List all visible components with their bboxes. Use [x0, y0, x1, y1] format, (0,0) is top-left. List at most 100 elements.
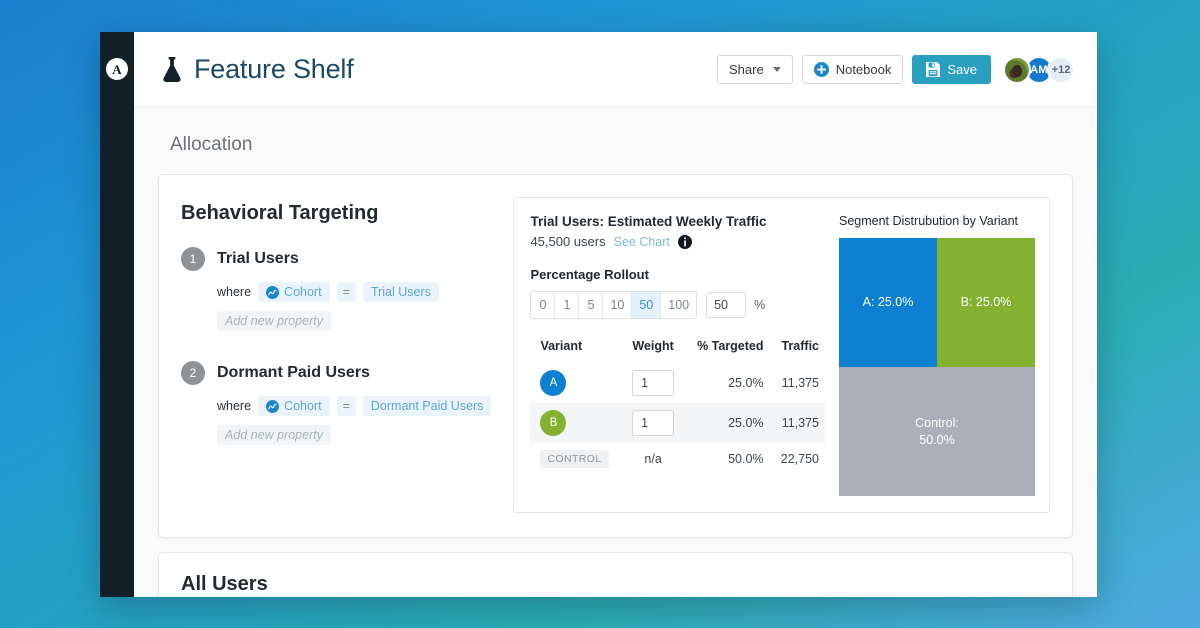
- sidebar-rail: A: [100, 32, 134, 597]
- rule-number: 2: [181, 361, 205, 385]
- weight-input-b[interactable]: [632, 410, 675, 436]
- avatar-group: AM +12: [1003, 55, 1075, 84]
- page-title: Feature Shelf: [194, 54, 354, 84]
- column-header-traffic: Traffic: [781, 339, 819, 353]
- cohort-property-label: Cohort: [284, 399, 322, 413]
- table-header-row: Variant Weight % Targeted Traffic: [530, 339, 825, 363]
- brand: Feature Shelf: [160, 54, 354, 85]
- operator-pill: =: [336, 282, 356, 302]
- table-row: CONTROL n/a 50.0% 22,750: [530, 443, 825, 475]
- column-header-variant: Variant: [540, 339, 583, 353]
- rule-name: Trial Users: [217, 250, 299, 267]
- cell-variant: CONTROL: [530, 443, 623, 475]
- save-button[interactable]: Save: [912, 55, 991, 84]
- allocation-card: Behavioral Targeting 1 Trial Users where: [158, 174, 1073, 538]
- share-label: Share: [729, 62, 764, 77]
- cell-traffic: 22,750: [780, 452, 819, 466]
- treemap-control-label: Control:: [915, 415, 959, 430]
- cohort-value-pill[interactable]: Trial Users: [362, 282, 439, 302]
- variant-badge-a: A: [540, 370, 567, 396]
- app-header: Feature Shelf Share Notebook Save AM +12: [134, 32, 1097, 108]
- variant-table: Variant Weight % Targeted Traffic A 1 25…: [530, 339, 825, 475]
- cell-traffic: 11,375: [781, 376, 819, 390]
- add-new-property-button[interactable]: Add new property: [217, 311, 331, 331]
- treemap: A: 25.0% B: 25.0% Control: 50.0%: [839, 238, 1035, 496]
- column-header-weight: Weight: [632, 339, 674, 353]
- treemap-segment-control: Control: 50.0%: [839, 367, 1035, 496]
- where-keyword: where: [217, 399, 252, 413]
- app-logo-icon[interactable]: A: [106, 58, 128, 80]
- rollout-option-100[interactable]: 100: [661, 292, 697, 318]
- rule-header: 2 Dormant Paid Users: [181, 361, 491, 385]
- rollout-controls: 0 1 5 10 50 100 %: [530, 291, 825, 319]
- weight-input-a[interactable]: [632, 370, 675, 396]
- avatar[interactable]: [1003, 55, 1031, 84]
- rollout-option-50[interactable]: 50: [632, 292, 662, 318]
- flask-icon: [163, 56, 181, 82]
- rule-name: Dormant Paid Users: [217, 364, 370, 381]
- header-actions: Share Notebook Save AM +12: [717, 55, 1075, 84]
- add-new-property-button[interactable]: Add new property: [217, 425, 331, 445]
- rollout-segmented-control: 0 1 5 10 50 100: [530, 291, 698, 319]
- rule-number: 1: [181, 247, 205, 271]
- cell-variant: A: [530, 363, 623, 403]
- targeting-rule: 2 Dormant Paid Users where Cohort = Dorm…: [181, 361, 492, 445]
- table-row: B 25.0% 11,375: [530, 403, 825, 443]
- all-users-title: All Users: [181, 573, 268, 595]
- column-header-targeted: % Targeted: [697, 339, 764, 353]
- percent-sign: %: [754, 298, 766, 312]
- rollout-option-0[interactable]: 0: [531, 292, 556, 318]
- cohort-property-pill[interactable]: Cohort: [258, 396, 330, 416]
- cohort-value-pill[interactable]: Dormant Paid Users: [362, 396, 492, 416]
- segment-distribution-chart: Segment Distrubution by Variant A: 25.0%…: [839, 214, 1035, 496]
- cohort-property-pill[interactable]: Cohort: [258, 282, 330, 302]
- rule-condition: where Cohort = Trial Users: [217, 282, 491, 302]
- variant-badge-control: CONTROL: [540, 450, 609, 468]
- targeting-title: Behavioral Targeting: [181, 202, 379, 224]
- cell-targeted: 50.0%: [728, 452, 764, 466]
- rule-condition: where Cohort = Dormant Paid Users: [217, 396, 492, 416]
- rule-header: 1 Trial Users: [181, 247, 491, 271]
- chevron-down-icon: [772, 67, 781, 72]
- rollout-option-10[interactable]: 10: [603, 292, 633, 318]
- cell-targeted: 25.0%: [728, 376, 764, 390]
- avatar-overflow-count[interactable]: +12: [1047, 55, 1075, 84]
- treemap-control-value: 50.0%: [919, 432, 955, 447]
- cell-variant: B: [530, 403, 624, 443]
- rollout-option-5[interactable]: 5: [579, 292, 604, 318]
- variant-badge-b: B: [540, 410, 567, 436]
- traffic-users-value: 45,500 users: [530, 234, 606, 249]
- traffic-stats-left: Trial Users: Estimated Weekly Traffic 45…: [530, 214, 825, 496]
- operator-pill: =: [336, 396, 356, 416]
- save-label: Save: [947, 62, 977, 77]
- cohort-icon: [266, 285, 280, 299]
- rollout-label: Percentage Rollout: [530, 267, 649, 282]
- chart-title: Segment Distrubution by Variant: [839, 214, 1019, 228]
- treemap-top-row: A: 25.0% B: 25.0%: [839, 238, 1035, 367]
- targeting-rule: 1 Trial Users where Cohort = Trial Users…: [181, 247, 491, 331]
- floppy-disk-icon: [926, 62, 941, 77]
- notebook-label: Notebook: [835, 62, 892, 77]
- cell-traffic: 11,375: [769, 403, 825, 443]
- share-button[interactable]: Share: [717, 55, 793, 84]
- info-icon[interactable]: [677, 234, 692, 249]
- traffic-summary: 45,500 users See Chart: [530, 234, 825, 249]
- traffic-title: Trial Users: Estimated Weekly Traffic: [530, 214, 767, 229]
- notebook-button[interactable]: Notebook: [801, 55, 904, 84]
- where-keyword: where: [217, 285, 252, 299]
- targeting-pane: Behavioral Targeting 1 Trial Users where: [181, 197, 492, 513]
- cell-weight: [623, 403, 683, 443]
- cohort-property-label: Cohort: [284, 285, 322, 299]
- table-row: A 25.0% 11,375: [530, 363, 825, 403]
- app-window: A Feature Shelf Share Notebook Save AM +…: [100, 32, 1097, 597]
- cell-targeted: 25.0%: [682, 403, 770, 443]
- cell-weight: n/a: [644, 452, 662, 466]
- see-chart-link[interactable]: See Chart: [614, 235, 670, 249]
- treemap-segment-b: B: 25.0%: [937, 238, 1035, 367]
- rollout-percent-input[interactable]: [706, 292, 747, 318]
- main-column: Feature Shelf Share Notebook Save AM +12…: [134, 32, 1097, 597]
- rollout-option-1[interactable]: 1: [555, 292, 580, 318]
- cohort-icon: [266, 399, 280, 413]
- section-title: Allocation: [170, 134, 253, 155]
- content-area: Allocation Behavioral Targeting 1 Trial …: [134, 108, 1097, 597]
